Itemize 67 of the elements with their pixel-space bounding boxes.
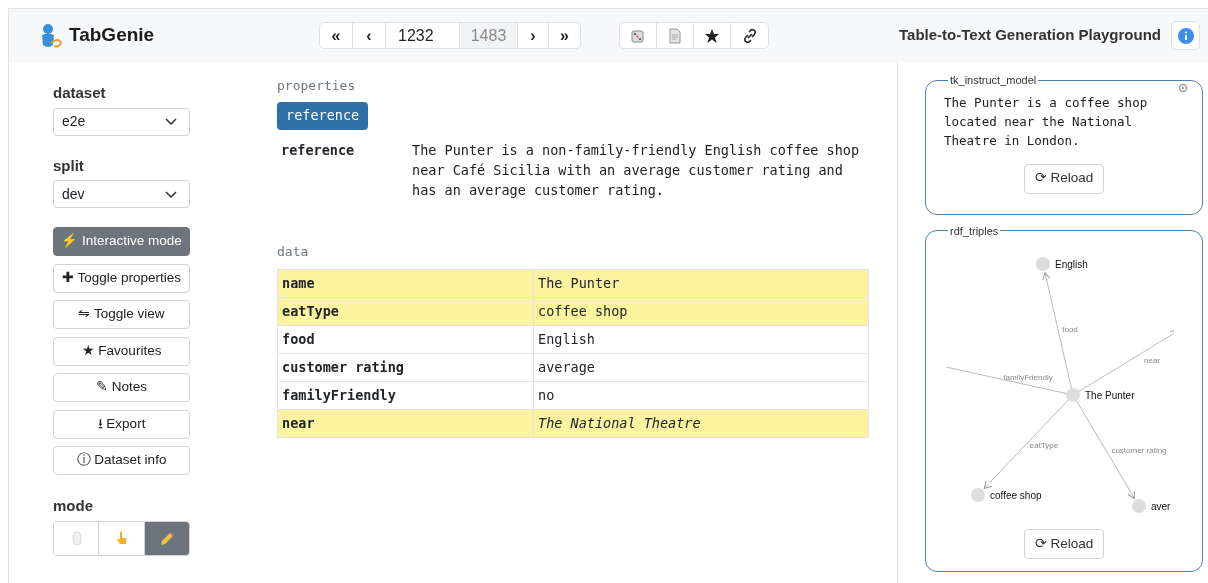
- graph-node[interactable]: [1132, 499, 1146, 513]
- edge-label: familyFriendly: [1003, 373, 1053, 382]
- table-cell: English: [533, 325, 869, 354]
- sidebar-button[interactable]: ★ Favourites: [53, 336, 190, 366]
- property-key: reference: [281, 139, 412, 200]
- sidebar-button[interactable]: ⓘ Dataset info: [53, 446, 190, 475]
- pagination-control[interactable]: « ‹ 1232 1483 › »: [319, 22, 581, 49]
- previous-page-button[interactable]: ‹: [353, 23, 386, 48]
- panel-title: rdf_triples: [949, 223, 1000, 239]
- table-cell: coffee shop: [533, 297, 869, 326]
- node-label: coffee shop: [990, 490, 1042, 501]
- link-icon: [741, 27, 758, 44]
- field-label: split: [53, 155, 85, 176]
- reload-button[interactable]: ⟳ Reload: [1023, 163, 1105, 194]
- first-page-button[interactable]: «: [320, 23, 353, 48]
- edge-label: eatType: [1029, 441, 1059, 450]
- sidebar-button[interactable]: ⇋ Toggle view: [53, 300, 190, 329]
- dice-icon: [630, 27, 646, 44]
- dropdown[interactable]: e2e: [53, 107, 190, 136]
- page-total: 1483: [460, 23, 518, 48]
- settings-icon: [1178, 82, 1188, 93]
- pencil-icon: [158, 529, 176, 547]
- sidebar-button[interactable]: ✚ Toggle properties: [53, 263, 190, 293]
- table-cell: no: [533, 381, 869, 410]
- table-cell: name: [277, 269, 534, 298]
- graph-node[interactable]: [1066, 388, 1080, 402]
- app-name: TabGenie: [69, 23, 155, 48]
- edge-label: customer rating: [1111, 446, 1167, 455]
- section-heading: data: [277, 242, 310, 261]
- dropdown[interactable]: dev: [53, 180, 190, 208]
- mode-button[interactable]: [144, 521, 189, 555]
- mode-button[interactable]: [54, 521, 100, 555]
- table-cell: customer rating: [277, 353, 534, 382]
- table-cell: food: [277, 325, 534, 354]
- section-heading: properties: [277, 77, 357, 95]
- node-label: The Punter: [1085, 390, 1135, 401]
- page-title: Table-to-Text Generation Playground: [899, 25, 1161, 46]
- model-output-text: The Punter is a coffee shop located near the National Theatre in London.: [944, 93, 1149, 150]
- property-value: The Punter is a non-family-friendly English coffee shop near Café Sicilia with an average customer rating and has an average customer rating.: [412, 140, 861, 200]
- table-cell: The Punter: [533, 269, 869, 298]
- panel-title: tk_instruct_model: [949, 73, 1038, 88]
- edge-label: food: [1062, 325, 1078, 334]
- node-label: aver: [1151, 501, 1171, 512]
- info-icon: [1177, 27, 1194, 44]
- node-label: English: [1055, 259, 1088, 270]
- table-cell: eatType: [277, 297, 534, 326]
- graph-node[interactable]: [971, 488, 985, 502]
- document-icon: [667, 27, 683, 44]
- sidebar-button[interactable]: ⚡ Interactive mode: [53, 227, 190, 256]
- field-label: mode: [53, 496, 94, 516]
- last-page-button[interactable]: »: [549, 23, 580, 48]
- edge-label: near: [1144, 356, 1160, 365]
- graph-node[interactable]: [1036, 257, 1050, 271]
- chevron-down-icon: [165, 118, 177, 125]
- property-tab[interactable]: reference: [277, 101, 369, 130]
- star-icon: [704, 27, 720, 44]
- reload-button[interactable]: ⟳ Reload: [1023, 529, 1105, 559]
- sidebar-button[interactable]: ✎ Notes: [53, 373, 190, 402]
- next-page-button[interactable]: ›: [518, 23, 549, 48]
- table-cell: The National Theatre: [533, 409, 869, 438]
- field-label: dataset: [53, 83, 107, 103]
- info-button[interactable]: [1171, 21, 1200, 50]
- chevron-down-icon: [165, 190, 177, 198]
- table-cell: average: [533, 353, 869, 382]
- sidebar-button[interactable]: ⭳ Export: [53, 409, 190, 439]
- table-cell: near: [277, 409, 534, 438]
- table-cell: familyFriendly: [277, 381, 534, 410]
